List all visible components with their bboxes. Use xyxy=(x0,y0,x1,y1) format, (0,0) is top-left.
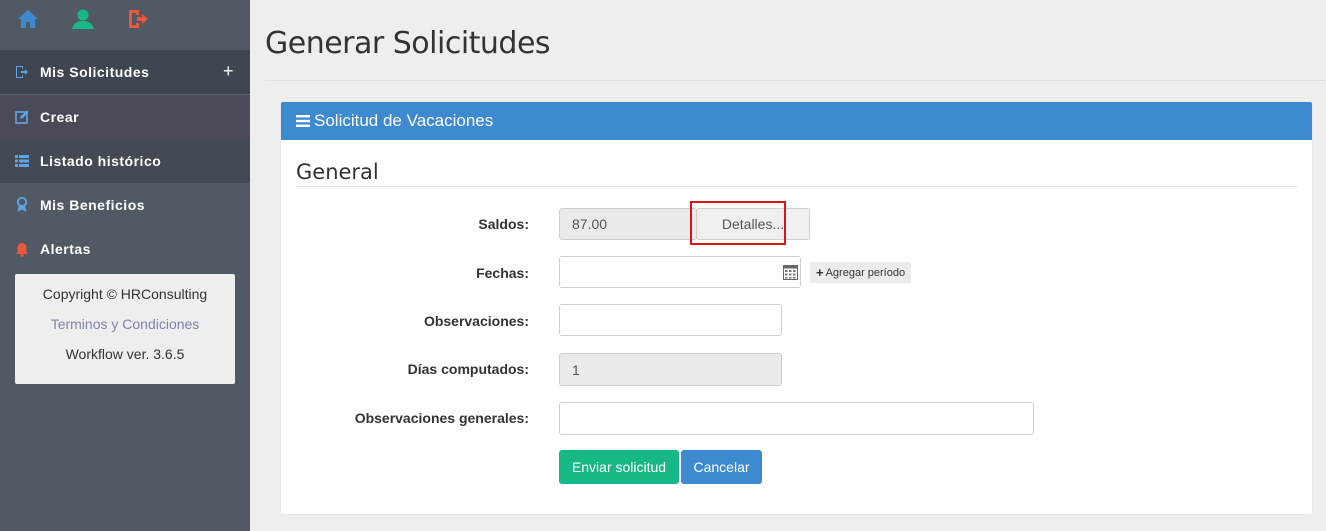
panel-header: Solicitud de Vacaciones xyxy=(281,102,1312,140)
section-divider xyxy=(296,186,1297,187)
add-period-button[interactable]: + Agregar período xyxy=(810,262,912,283)
list-icon xyxy=(14,153,30,169)
request-icon xyxy=(14,64,30,80)
observaciones-input[interactable] xyxy=(559,304,782,336)
sidebar-item-label: Alertas xyxy=(40,241,91,257)
title-divider xyxy=(265,80,1326,81)
version-text: Workflow ver. 3.6.5 xyxy=(65,346,185,362)
sidebar-item-mis-beneficios[interactable]: Mis Beneficios xyxy=(0,183,250,227)
vacation-request-panel: Solicitud de Vacaciones General Saldos: … xyxy=(281,102,1312,514)
add-period-label: Agregar período xyxy=(825,266,906,279)
fechas-label: Fechas: xyxy=(476,265,529,281)
sidebar-item-label: Mis Beneficios xyxy=(40,197,146,213)
fechas-input[interactable] xyxy=(559,256,801,288)
expand-plus-icon[interactable]: + xyxy=(223,61,234,82)
user-icon[interactable] xyxy=(71,8,95,35)
menu-bars-icon xyxy=(296,115,310,127)
sidebar-item-mis-solicitudes[interactable]: Mis Solicitudes + xyxy=(0,50,250,95)
saldos-field: 87.00 xyxy=(559,208,697,240)
sidebar-item-label: Crear xyxy=(40,109,80,125)
edit-icon xyxy=(14,109,30,125)
bell-icon xyxy=(14,241,30,257)
sidebar-item-crear[interactable]: Crear xyxy=(0,95,250,139)
top-icons-bar xyxy=(0,0,250,50)
cancel-button[interactable]: Cancelar xyxy=(681,450,762,484)
sidebar: Mis Solicitudes + Crear Listado históric… xyxy=(0,0,250,531)
plus-icon: + xyxy=(816,265,824,280)
copyright-text: Copyright © HRConsulting xyxy=(42,286,208,302)
observaciones-generales-label: Observaciones generales: xyxy=(354,410,529,426)
page-title: Generar Solicitudes xyxy=(265,26,551,61)
panel-title: Solicitud de Vacaciones xyxy=(314,111,494,130)
highlight-box xyxy=(690,201,786,245)
sidebar-item-label: Listado histórico xyxy=(40,153,162,169)
dias-computados-label: Días computados: xyxy=(407,361,529,377)
submit-button[interactable]: Enviar solicitud xyxy=(559,450,679,484)
observaciones-label: Observaciones: xyxy=(423,313,529,329)
terms-link[interactable]: Terminos y Condiciones xyxy=(15,309,235,339)
home-icon[interactable] xyxy=(17,8,39,35)
calendar-icon[interactable] xyxy=(780,257,801,287)
observaciones-generales-input[interactable] xyxy=(559,402,1034,435)
sidebar-item-label: Mis Solicitudes xyxy=(40,64,150,80)
sidebar-item-listado-historico[interactable]: Listado histórico xyxy=(0,139,250,183)
sidebar-footer: Copyright © HRConsulting Terminos y Cond… xyxy=(15,274,235,384)
logout-icon[interactable] xyxy=(127,8,149,35)
award-icon xyxy=(14,197,30,213)
dias-computados-field: 1 xyxy=(559,353,782,386)
saldos-label: Saldos: xyxy=(478,216,529,232)
section-title: General xyxy=(296,160,379,184)
sidebar-item-alertas[interactable]: Alertas xyxy=(0,227,250,271)
